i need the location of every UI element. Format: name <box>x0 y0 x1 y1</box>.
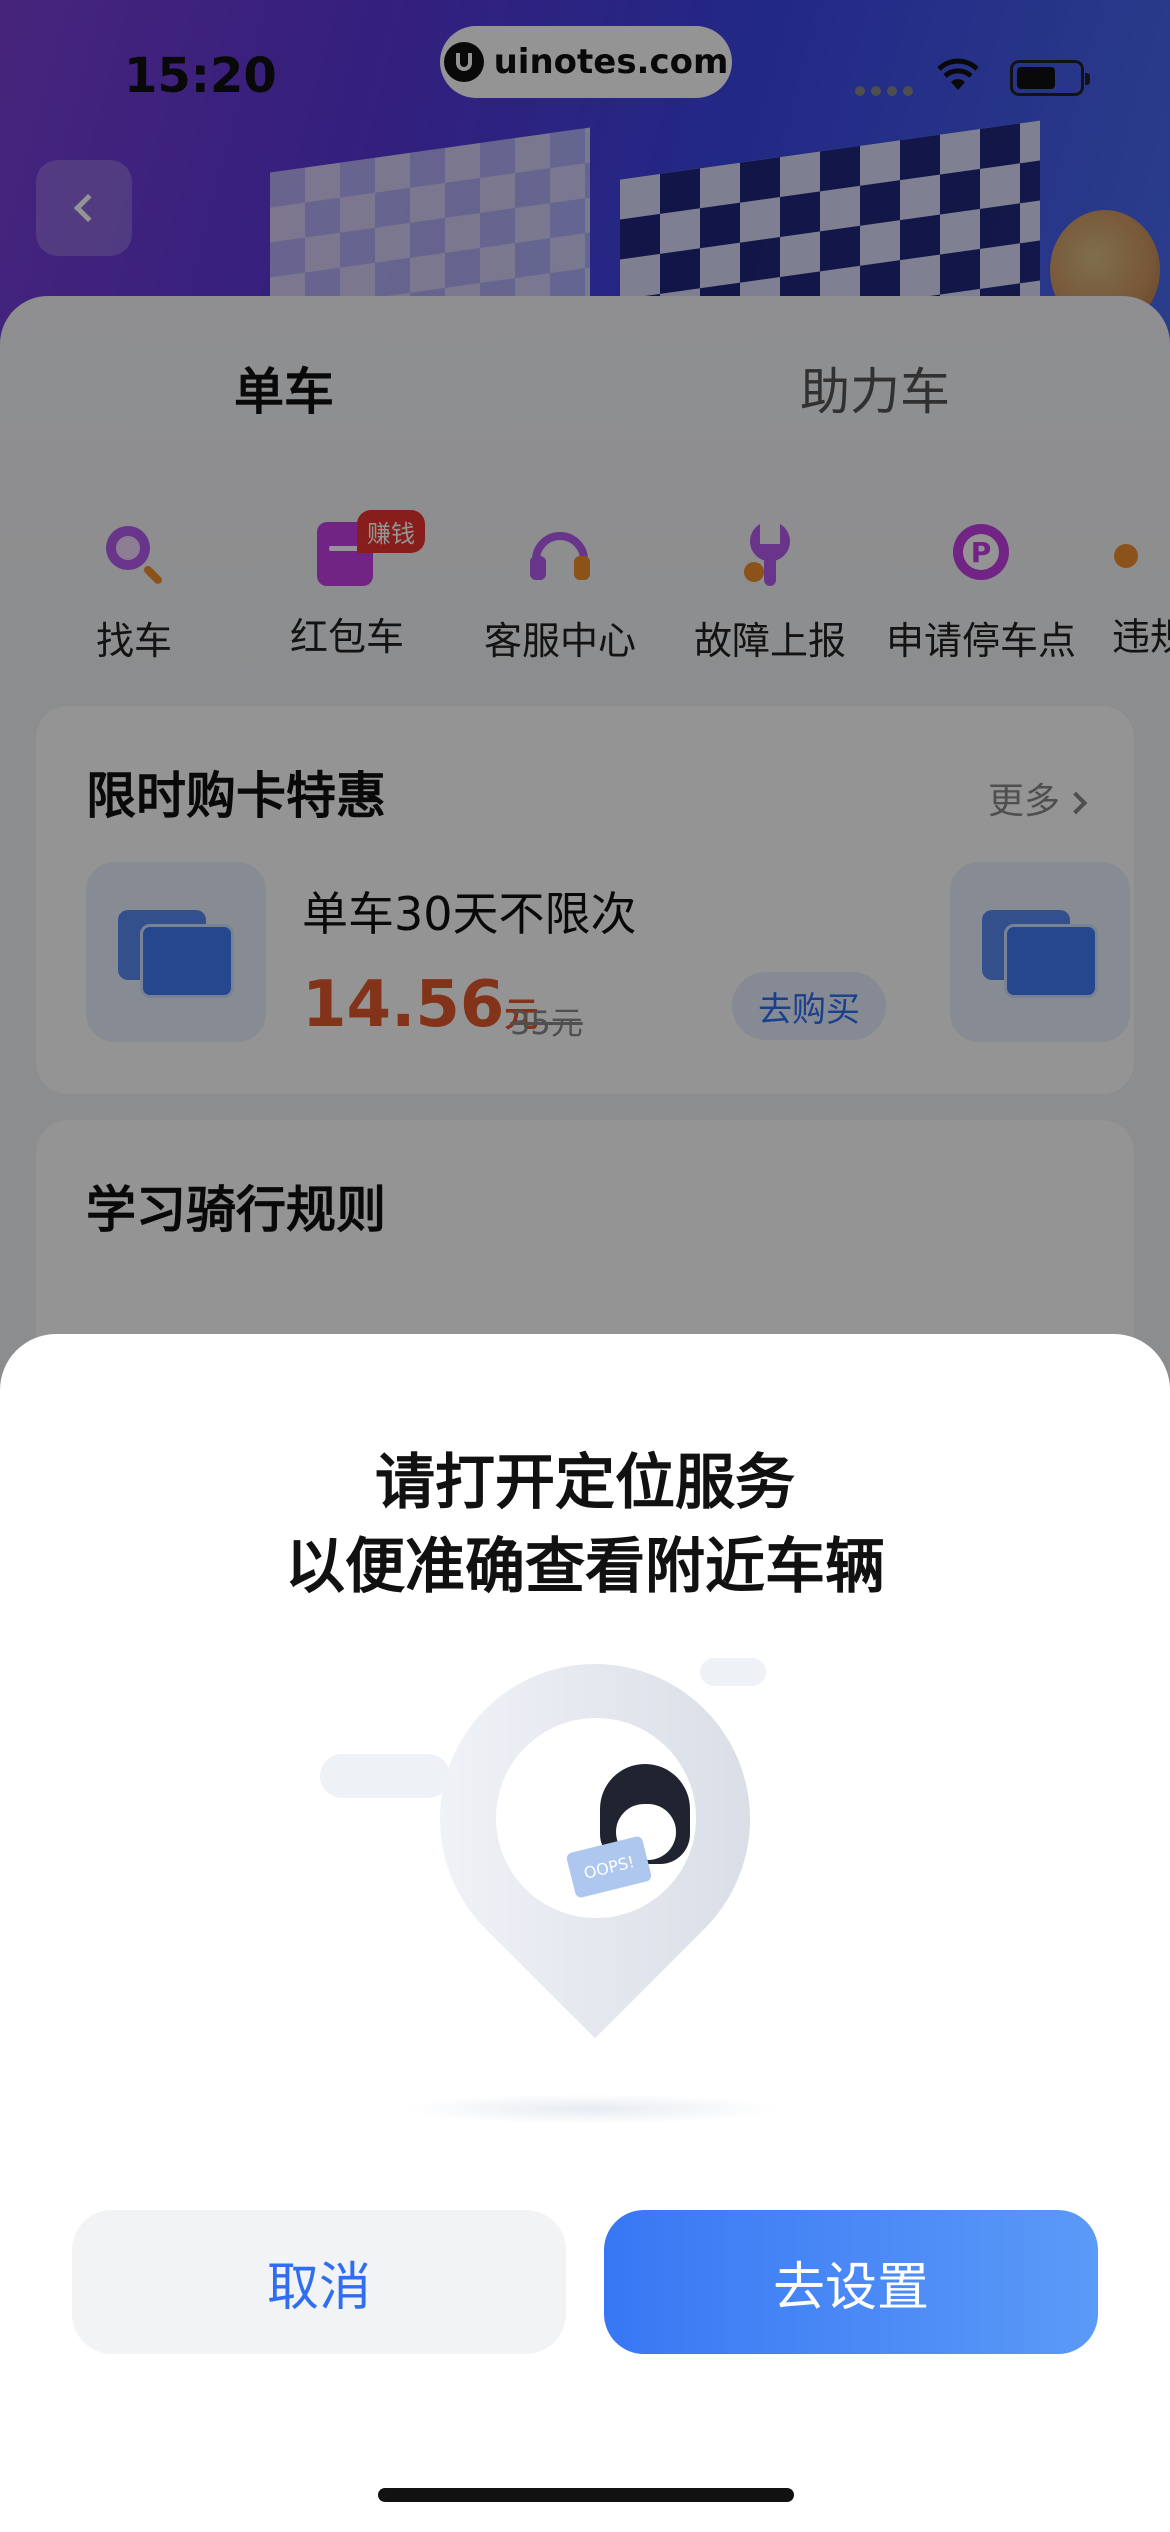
cancel-button[interactable]: 取消 <box>72 2210 566 2354</box>
dialog-title-line2: 以便准确查看附近车辆 <box>285 1532 885 1602</box>
go-settings-button[interactable]: 去设置 <box>604 2210 1098 2354</box>
dialog-title-line1: 请打开定位服务 <box>375 1448 795 1518</box>
location-pin-illustration: OOPS! <box>300 1599 860 2134</box>
cloud-decoration <box>700 1658 766 1686</box>
cloud-decoration <box>320 1754 450 1798</box>
pin-shadow <box>400 2094 780 2124</box>
location-permission-dialog: 请打开定位服务 以便准确查看附近车辆 OOPS! 取消 去设置 <box>0 1334 1170 2532</box>
home-indicator <box>378 2488 794 2502</box>
